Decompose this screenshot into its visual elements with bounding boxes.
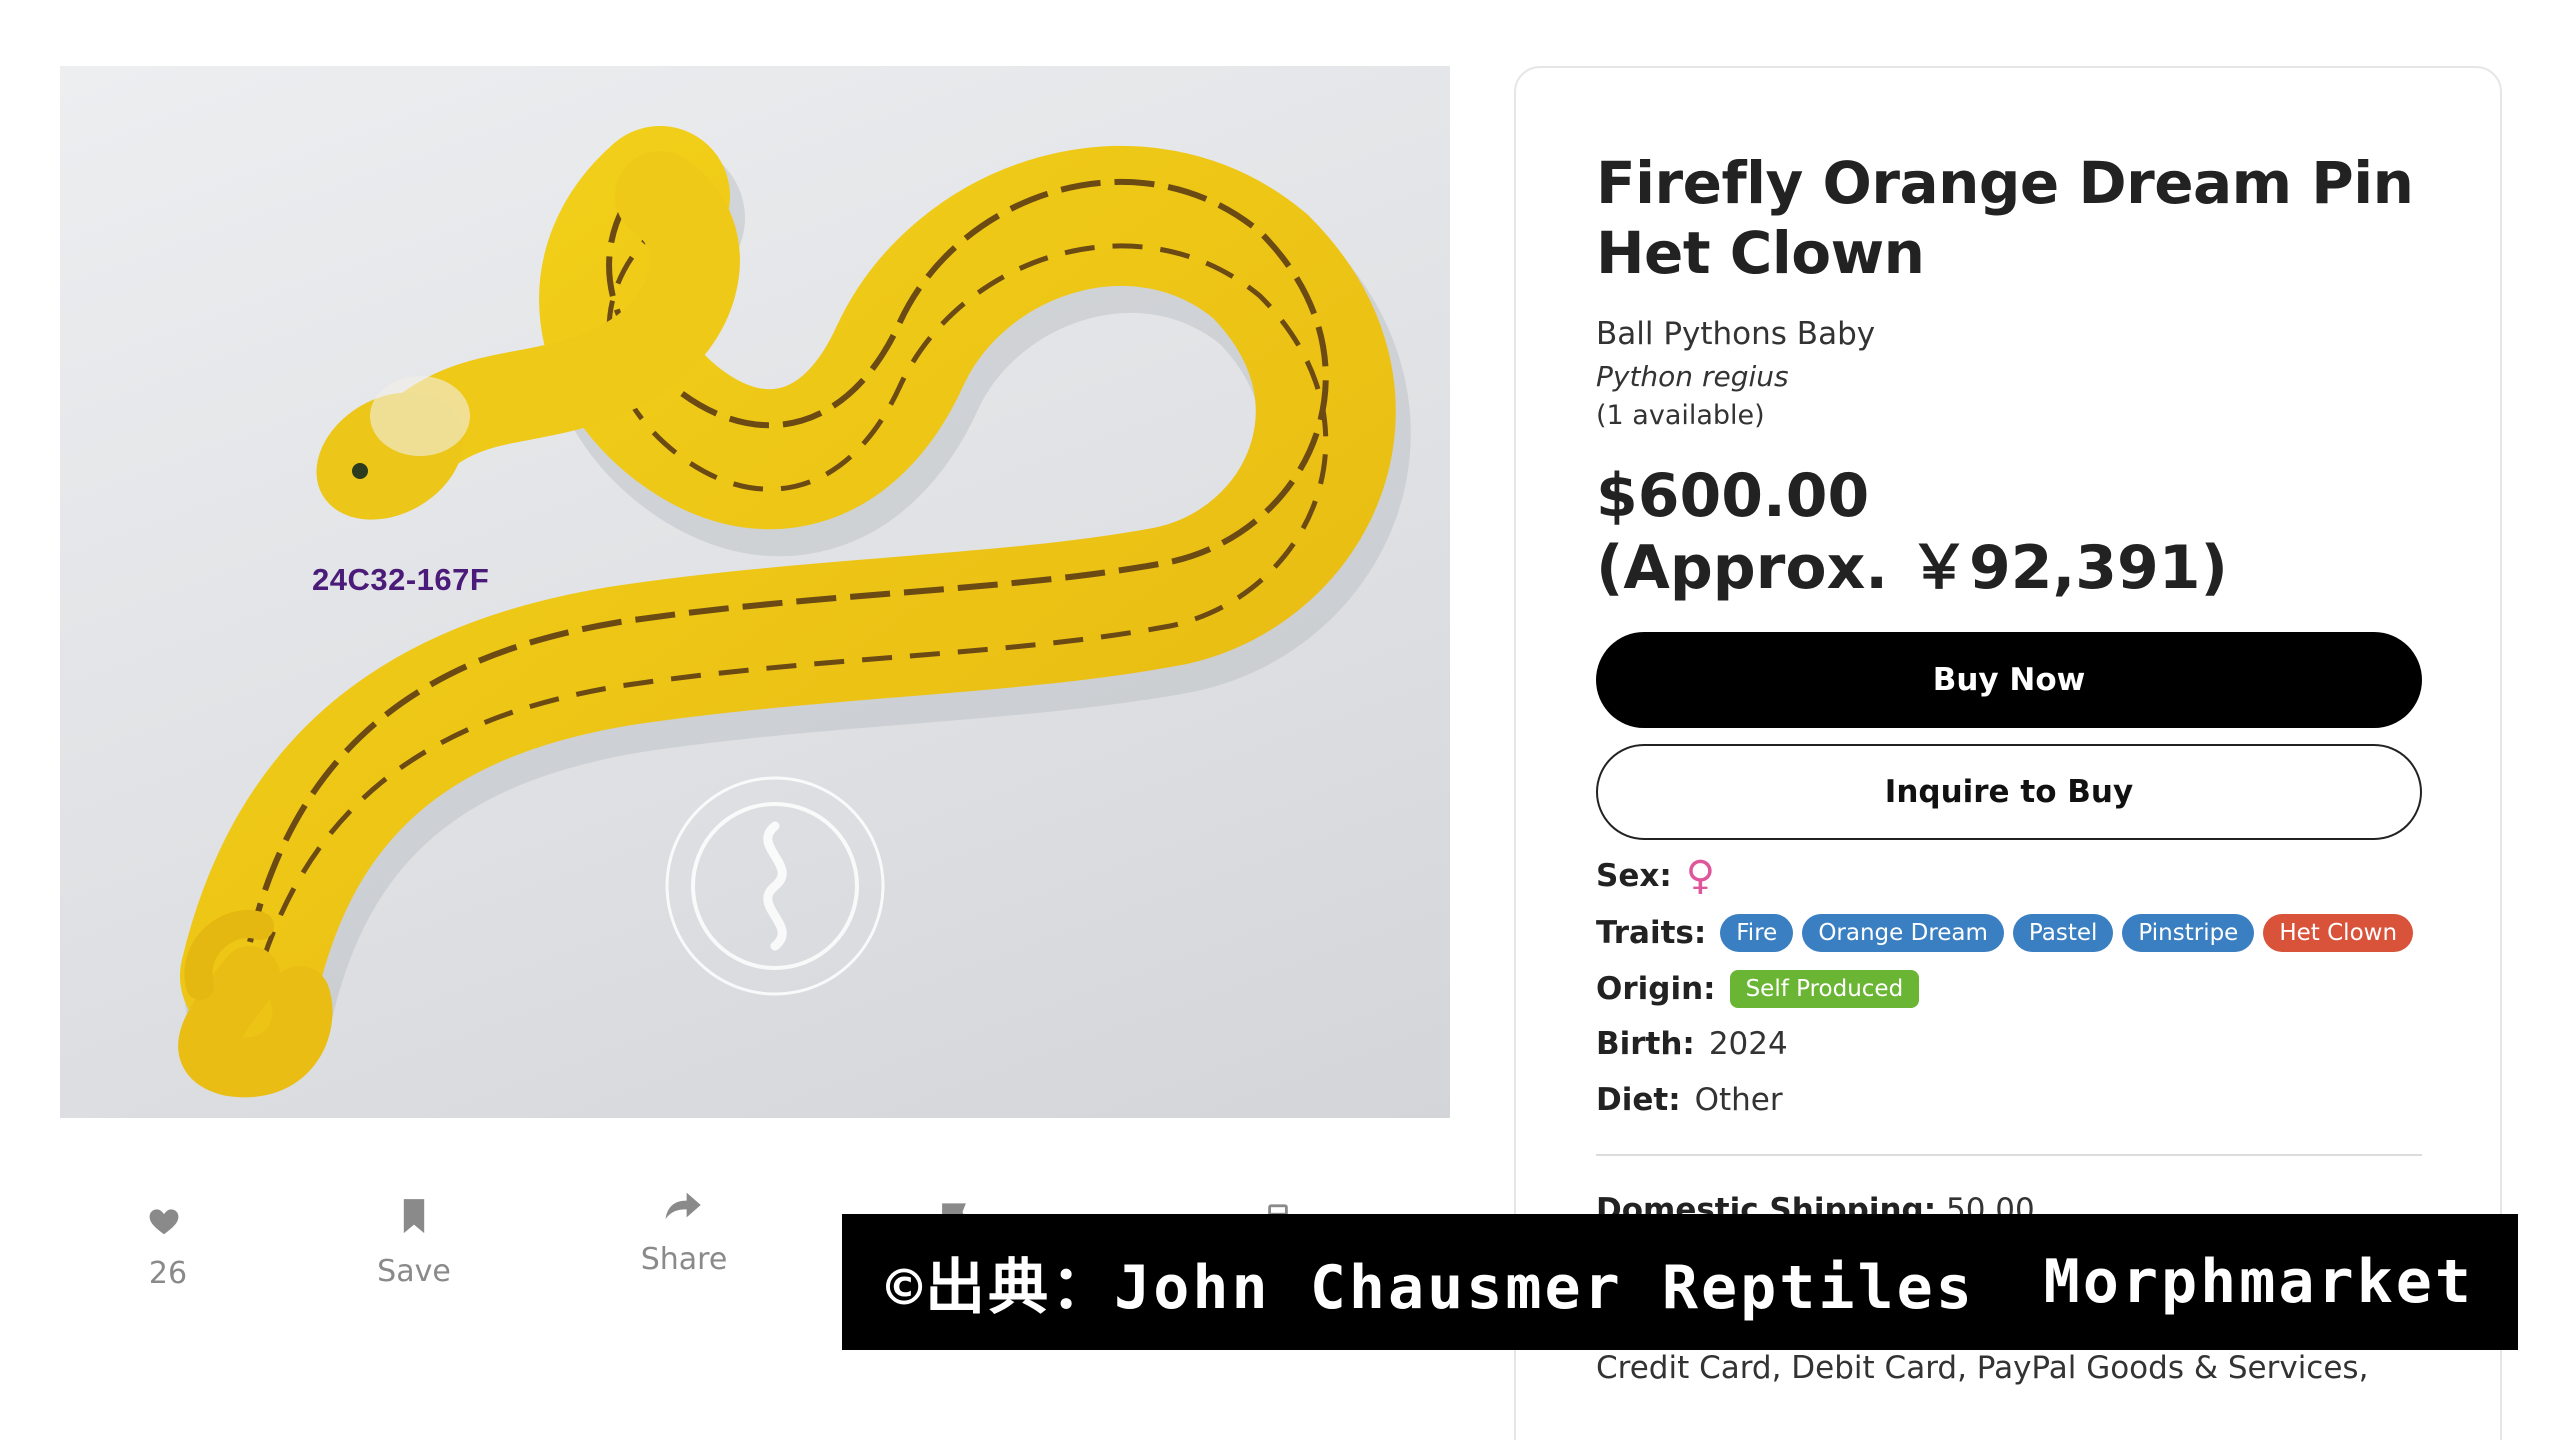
birth-label: Birth: [1596,1026,1695,1062]
divider [1596,1154,2422,1156]
price: $600.00 [1596,461,1870,531]
trait-tag-pastel[interactable]: Pastel [2012,914,2114,952]
inquire-to-buy-button[interactable]: Inquire to Buy [1596,744,2422,840]
scientific-name: Python regius [1596,360,1789,393]
traits-row: Traits: Fire Orange Dream Pastel Pinstri… [1596,914,2422,952]
share-label: Share [640,1242,728,1277]
price-approx: (Approx. ￥92,391) [1596,533,2228,603]
save-button[interactable]: Save [334,1192,494,1289]
photo-id-label: 24C32-167F [312,562,490,597]
sex-label: Sex: [1596,858,1672,894]
like-count: 26 [148,1256,188,1291]
trait-tag-het-clown[interactable]: Het Clown [2263,914,2414,952]
diet-row: Diet: Other [1596,1082,1783,1118]
bookmark-icon [403,1199,425,1234]
origin-row: Origin: Self Produced [1596,970,1928,1008]
listing-title: Firefly Orange Dream Pin Het Clown [1596,149,2414,287]
trait-tag-pinstripe[interactable]: Pinstripe [2122,914,2255,952]
like-button[interactable]: 26 [88,1194,248,1291]
price-block: $600.00 (Approx. ￥92,391) [1596,460,2228,604]
origin-tag: Self Produced [1729,970,1920,1008]
birth-row: Birth: 2024 [1596,1026,1788,1062]
trait-tag-orange-dream[interactable]: Orange Dream [1802,914,2004,952]
diet-label: Diet: [1596,1082,1681,1118]
source-site-text: Morphmarket [2043,1247,2474,1317]
snake-illustration [178,126,1411,1098]
source-credit-text: ©出典：John Chausmer Reptiles [886,1252,1975,1323]
source-credit-banner: ©出典：John Chausmer Reptiles Morphmarket [842,1214,2518,1350]
female-icon: ♀ [1685,853,1716,899]
heart-icon [149,1209,179,1235]
product-photo[interactable]: 24C32-167F [60,66,1450,1118]
save-label: Save [377,1254,451,1289]
origin-label: Origin: [1596,971,1716,1007]
buy-now-button[interactable]: Buy Now [1596,632,2422,728]
share-button[interactable]: Share [604,1180,764,1277]
share-icon [665,1192,701,1220]
availability-text: (1 available) [1596,400,1765,431]
diet-value: Other [1694,1082,1783,1118]
listing-category: Ball Pythons Baby [1596,316,1876,352]
payment-methods: Credit Card, Debit Card, PayPal Goods & … [1596,1350,2369,1386]
sex-row: Sex: ♀ [1596,856,1715,896]
traits-label: Traits: [1596,915,1707,951]
trait-tag-fire[interactable]: Fire [1720,914,1794,952]
watermark-logo [665,776,885,996]
birth-value: 2024 [1708,1026,1788,1062]
